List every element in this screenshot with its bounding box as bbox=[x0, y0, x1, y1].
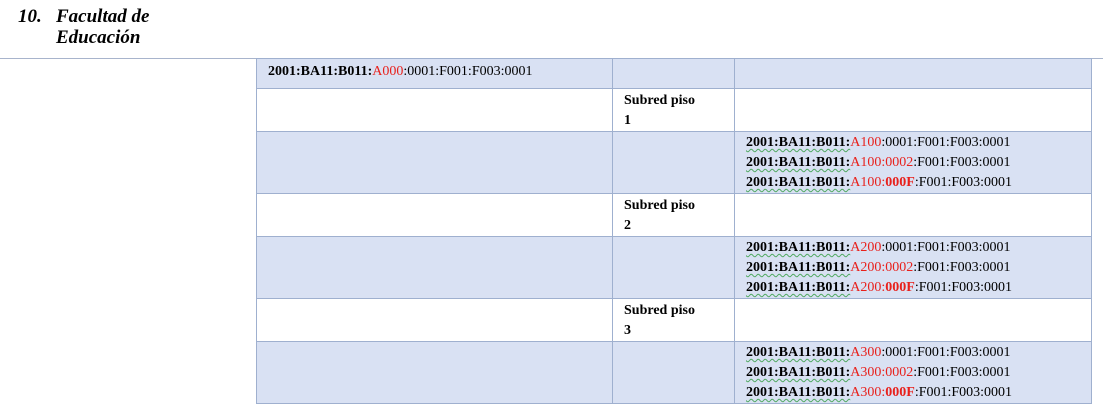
address-line: 2001:BA11:B011:A100:000F:F001:F003:0001 bbox=[746, 173, 1091, 193]
address-line: 2001:BA11:B011:A100:0001:F001:F003:0001 bbox=[746, 133, 1091, 153]
table-row-subnet-addresses: 2001:BA11:B011:A200:0001:F001:F003:0001 … bbox=[256, 236, 1092, 299]
address-segment: Subred piso bbox=[624, 93, 695, 108]
empty-cell bbox=[256, 341, 613, 404]
address-segment: 2001:BA11:B011: bbox=[746, 155, 851, 170]
address-list-cell: 2001:BA11:B011:A200:0001:F001:F003:0001 … bbox=[734, 236, 1092, 299]
address-segment: 2001:BA11:B011: bbox=[268, 64, 373, 79]
empty-cell bbox=[612, 236, 735, 299]
base-address-cell: 2001:BA11:B011:A000:0001:F001:F003:0001 bbox=[256, 58, 613, 89]
address-segment: :F001:F003:0001 bbox=[913, 365, 1011, 380]
address-segment: :0002 bbox=[881, 260, 914, 275]
address-segment: :0001 bbox=[881, 240, 914, 255]
address-segment: 2001:BA11:B011: bbox=[746, 345, 851, 360]
address-segment: A200 bbox=[850, 280, 882, 295]
address-list-cell: 2001:BA11:B011:A100:0001:F001:F003:0001 … bbox=[734, 131, 1092, 194]
table-row-subnet-label: Subred piso 1 bbox=[256, 88, 1092, 132]
address-segment: 000F bbox=[885, 385, 915, 400]
table-row-subnet-label: Subred piso 3 bbox=[256, 298, 1092, 342]
table-row-base: 2001:BA11:B011:A000:0001:F001:F003:0001 bbox=[256, 58, 1092, 89]
address-line: 2001:BA11:B011:A100:0002:F001:F003:0001 bbox=[746, 153, 1091, 173]
empty-cell bbox=[256, 236, 613, 299]
address-segment: :F001:F003:0001 bbox=[914, 280, 1013, 295]
table-row-subnet-addresses: 2001:BA11:B011:A100:0001:F001:F003:0001 … bbox=[256, 131, 1092, 194]
address-segment: 1 bbox=[624, 113, 631, 128]
address-segment: :0001 bbox=[881, 345, 914, 360]
address-segment: :F001:F003:0001 bbox=[913, 260, 1011, 275]
address-line: 2001:BA11:B011:A300:0001:F001:F003:0001 bbox=[746, 343, 1091, 363]
address-line: 2001:BA11:B011:A200:0002:F001:F003:0001 bbox=[746, 258, 1091, 278]
address-segment: 000F bbox=[885, 175, 915, 190]
address-segment: :F001:F003:0001 bbox=[914, 385, 1013, 400]
address-segment: A300 bbox=[850, 385, 882, 400]
address-segment: A300 bbox=[850, 345, 882, 360]
address-segment: 2001:BA11:B011: bbox=[746, 240, 851, 255]
address-segment: 2001:BA11:B011: bbox=[746, 385, 851, 400]
section-number: 10. bbox=[18, 6, 42, 27]
empty-cell bbox=[734, 58, 1092, 89]
address-segment: :0002 bbox=[881, 155, 914, 170]
address-segment: 000F bbox=[885, 280, 915, 295]
section-title-line1: Facultad de bbox=[56, 6, 150, 27]
address-segment: A100 bbox=[850, 155, 882, 170]
address-segment: 2001:BA11:B011: bbox=[746, 280, 851, 295]
address-segment: :0002 bbox=[881, 365, 914, 380]
subnet-label-cell: Subred piso 2 bbox=[612, 193, 735, 237]
address-line: 2001:BA11:B011:A300:0002:F001:F003:0001 bbox=[746, 363, 1091, 383]
empty-cell bbox=[734, 193, 1092, 237]
table-row-subnet-addresses: 2001:BA11:B011:A300:0001:F001:F003:0001 … bbox=[256, 341, 1092, 404]
base-address: 2001:BA11:B011:A000:0001:F001:F003:0001 bbox=[268, 64, 533, 79]
address-segment: A200 bbox=[850, 260, 882, 275]
address-segment: :F001:F003:0001 bbox=[913, 155, 1011, 170]
address-segment: :F001:F003:0001 bbox=[913, 135, 1011, 150]
address-segment: :F001:F003:0001 bbox=[913, 240, 1011, 255]
address-line: 2001:BA11:B011:A200:000F:F001:F003:0001 bbox=[746, 278, 1091, 298]
empty-cell bbox=[256, 88, 613, 132]
empty-cell bbox=[734, 298, 1092, 342]
address-segment: A100 bbox=[850, 175, 882, 190]
address-segment: 2001:BA11:B011: bbox=[746, 135, 851, 150]
address-line: 2001:BA11:B011:A200:0001:F001:F003:0001 bbox=[746, 238, 1091, 258]
address-segment: A300 bbox=[850, 365, 882, 380]
empty-cell bbox=[256, 298, 613, 342]
address-segment: :0001 bbox=[881, 135, 914, 150]
address-segment: 2001:BA11:B011: bbox=[746, 260, 851, 275]
section-title-line2: Educación bbox=[56, 27, 141, 48]
address-segment: Subred piso bbox=[624, 303, 695, 318]
empty-cell bbox=[612, 58, 735, 89]
section-heading: 10. Facultad de Educación bbox=[18, 6, 149, 48]
address-segment: :F001:F003:0001 bbox=[914, 175, 1013, 190]
address-segment: 2 bbox=[624, 218, 631, 233]
empty-cell bbox=[612, 341, 735, 404]
subnet-label-cell: Subred piso 1 bbox=[612, 88, 735, 132]
address-list-cell: 2001:BA11:B011:A300:0001:F001:F003:0001 … bbox=[734, 341, 1092, 404]
address-segment: A100 bbox=[850, 135, 882, 150]
subnet-label-cell: Subred piso 3 bbox=[612, 298, 735, 342]
address-line: 2001:BA11:B011:A300:000F:F001:F003:0001 bbox=[746, 383, 1091, 403]
address-segment: :F001:F003:0001 bbox=[913, 345, 1011, 360]
empty-cell bbox=[612, 131, 735, 194]
address-segment: 2001:BA11:B011: bbox=[746, 175, 851, 190]
address-segment: A200 bbox=[850, 240, 882, 255]
empty-cell bbox=[256, 131, 613, 194]
address-segment: A000 bbox=[372, 64, 404, 79]
address-segment: 3 bbox=[624, 323, 631, 338]
address-segment: :0001:F001:F003:0001 bbox=[403, 64, 533, 79]
table-row-subnet-label: Subred piso 2 bbox=[256, 193, 1092, 237]
empty-cell bbox=[256, 193, 613, 237]
address-table: 2001:BA11:B011:A000:0001:F001:F003:0001 … bbox=[256, 58, 1092, 404]
empty-cell bbox=[734, 88, 1092, 132]
address-segment: 2001:BA11:B011: bbox=[746, 365, 851, 380]
address-segment: Subred piso bbox=[624, 198, 695, 213]
